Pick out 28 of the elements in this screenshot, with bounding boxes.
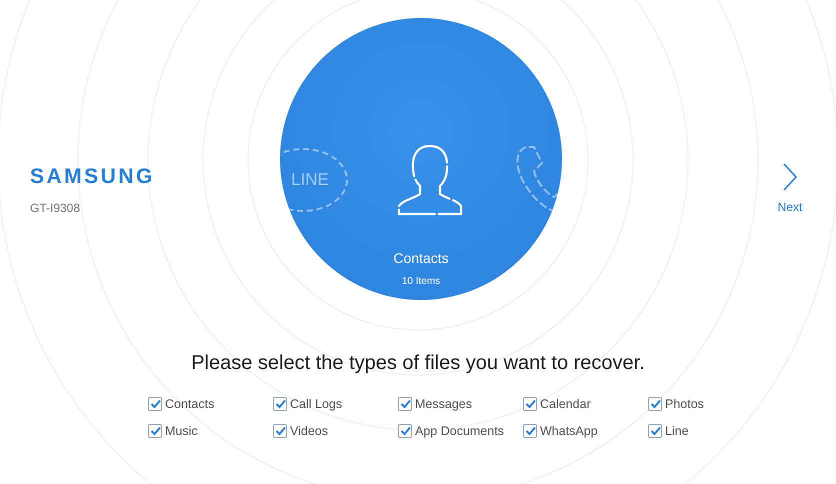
instruction-text: Please select the types of files you want to recover. (190, 352, 646, 375)
file-type-checkbox[interactable]: Contacts (148, 397, 273, 411)
checkbox[interactable] (148, 397, 162, 411)
checkbox[interactable] (648, 424, 662, 438)
category-title: Contacts (393, 250, 449, 266)
item-count: 10 Items (402, 276, 440, 287)
file-type-checkbox[interactable]: Videos (273, 424, 398, 438)
file-type-checkbox[interactable]: Line (648, 424, 773, 438)
checkbox[interactable] (273, 397, 287, 411)
person-icon (395, 142, 465, 218)
file-type-checkbox[interactable]: Music (148, 424, 273, 438)
checkbox[interactable] (523, 424, 537, 438)
file-type-checkbox[interactable]: Photos (648, 397, 773, 411)
brand-logo: SAMSUNG (30, 165, 155, 189)
chevron-right-icon (782, 162, 798, 192)
checkbox[interactable] (398, 397, 412, 411)
checkbox[interactable] (648, 397, 662, 411)
device-model: GT-I9308 (30, 201, 80, 215)
file-type-checkbox[interactable]: App Documents (398, 424, 523, 438)
checkbox[interactable] (398, 424, 412, 438)
checkbox[interactable] (148, 424, 162, 438)
next-button[interactable]: Next (770, 162, 810, 214)
checkbox[interactable] (523, 397, 537, 411)
file-type-checkbox[interactable]: Calendar (523, 397, 648, 411)
file-type-checkbox[interactable]: WhatsApp (523, 424, 648, 438)
file-type-checkbox[interactable]: Call Logs (273, 397, 398, 411)
file-type-checkbox[interactable]: Messages (398, 397, 523, 411)
checkbox[interactable] (273, 424, 287, 438)
